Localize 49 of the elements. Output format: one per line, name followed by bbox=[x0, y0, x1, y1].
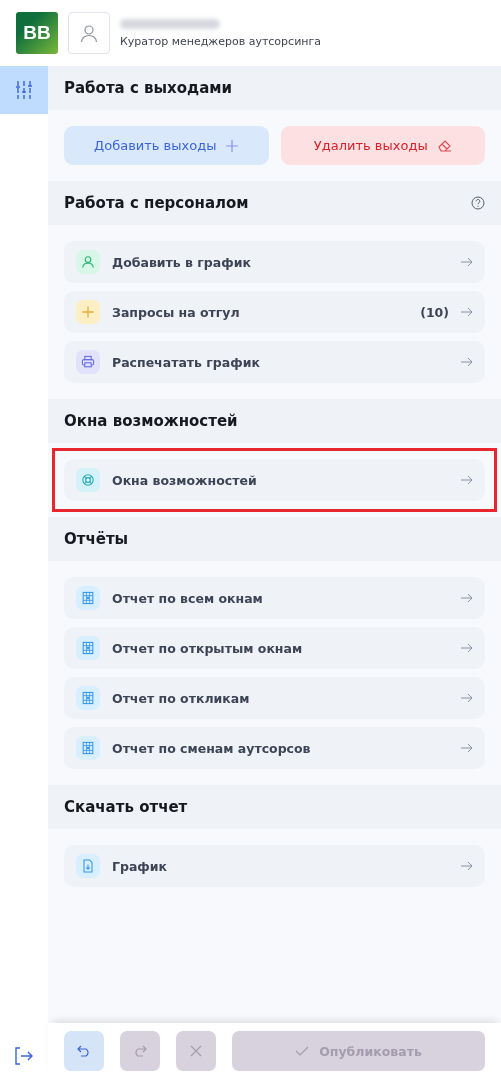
section-title: Отчёты bbox=[64, 530, 129, 548]
arrow-icon bbox=[461, 475, 473, 485]
file-download-icon bbox=[76, 854, 100, 878]
person-icon bbox=[76, 250, 100, 274]
printer-icon bbox=[76, 350, 100, 374]
user-role: Куратор менеджеров аутсорсинга bbox=[120, 34, 321, 48]
plus-icon bbox=[226, 139, 239, 152]
section-title: Скачать отчет bbox=[64, 798, 188, 816]
menu-item[interactable]: Отчет по сменам аутсорсов bbox=[64, 727, 485, 769]
arrow-icon bbox=[461, 357, 473, 367]
arrow-icon bbox=[461, 743, 473, 753]
spreadsheet-icon bbox=[76, 686, 100, 710]
add-shifts-button[interactable]: Добавить выходы bbox=[64, 126, 269, 165]
sliders-icon bbox=[15, 80, 33, 100]
delete-shifts-button[interactable]: Удалить выходы bbox=[280, 126, 485, 165]
menu-item[interactable]: Добавить в график bbox=[64, 241, 485, 283]
redo-icon bbox=[133, 1045, 147, 1057]
arrow-icon bbox=[461, 257, 473, 267]
logout-icon[interactable] bbox=[15, 1047, 33, 1065]
plus-icon bbox=[76, 300, 100, 324]
spreadsheet-icon bbox=[76, 586, 100, 610]
sidebar-item[interactable] bbox=[0, 66, 48, 114]
menu-item[interactable]: Распечатать график bbox=[64, 341, 485, 383]
menu-item[interactable]: Окна возможностей bbox=[64, 459, 485, 501]
menu-item[interactable]: Отчет по открытым окнам bbox=[64, 627, 485, 669]
spreadsheet-icon bbox=[76, 736, 100, 760]
arrow-icon bbox=[461, 307, 473, 317]
menu-item[interactable]: График bbox=[64, 845, 485, 887]
arrow-icon bbox=[461, 693, 473, 703]
arrow-icon bbox=[461, 861, 473, 871]
section-title: Работа с выходами bbox=[64, 79, 233, 97]
arrow-icon bbox=[461, 593, 473, 603]
eraser-icon bbox=[437, 139, 452, 152]
menu-item[interactable]: Отчет по всем окнам bbox=[64, 577, 485, 619]
spreadsheet-icon bbox=[76, 636, 100, 660]
undo-icon bbox=[77, 1045, 91, 1057]
menu-item[interactable]: Отчет по откликам bbox=[64, 677, 485, 719]
avatar-icon[interactable] bbox=[68, 12, 110, 54]
logo: BB bbox=[16, 12, 58, 54]
section-title: Работа с персоналом bbox=[64, 194, 249, 212]
lifebuoy-icon bbox=[76, 468, 100, 492]
menu-item[interactable]: Запросы на отгул (10) bbox=[64, 291, 485, 333]
help-icon[interactable] bbox=[471, 196, 485, 210]
arrow-icon bbox=[461, 643, 473, 653]
request-count: (10) bbox=[420, 304, 449, 320]
undo-button[interactable] bbox=[64, 1031, 104, 1071]
section-title: Окна возможностей bbox=[64, 412, 238, 430]
close-icon bbox=[190, 1045, 202, 1057]
check-icon bbox=[295, 1046, 310, 1056]
